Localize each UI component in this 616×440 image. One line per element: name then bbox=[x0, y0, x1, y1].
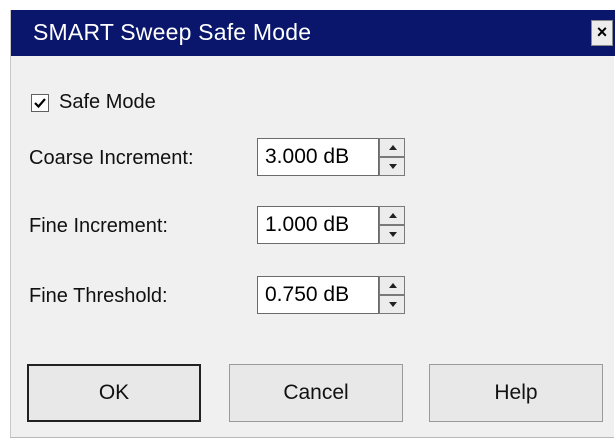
coarse-increment-down-button[interactable] bbox=[379, 157, 405, 176]
checkmark-icon bbox=[34, 98, 46, 109]
fine-threshold-spinner bbox=[379, 276, 405, 314]
dialog-window: SMART Sweep Safe Mode × Safe Mode Coarse… bbox=[10, 10, 615, 438]
close-icon: × bbox=[596, 22, 608, 42]
window-title: SMART Sweep Safe Mode bbox=[33, 19, 312, 45]
fine-increment-up-button[interactable] bbox=[379, 206, 405, 225]
coarse-increment-up-button[interactable] bbox=[379, 138, 405, 157]
coarse-increment-input[interactable]: 3.000 dB bbox=[257, 138, 379, 176]
fine-threshold-up-button[interactable] bbox=[379, 276, 405, 295]
safe-mode-checkbox[interactable] bbox=[31, 94, 49, 112]
fine-threshold-down-button[interactable] bbox=[379, 295, 405, 314]
fine-increment-input[interactable]: 1.000 dB bbox=[257, 206, 379, 244]
cancel-button[interactable]: Cancel bbox=[229, 364, 403, 422]
help-button[interactable]: Help bbox=[429, 364, 603, 422]
safe-mode-label[interactable]: Safe Mode bbox=[59, 91, 156, 114]
title-bar[interactable]: SMART Sweep Safe Mode × bbox=[11, 10, 615, 56]
fine-increment-label: Fine Increment: bbox=[29, 215, 168, 237]
fine-threshold-input[interactable]: 0.750 dB bbox=[257, 276, 379, 314]
fine-threshold-label: Fine Threshold: bbox=[29, 285, 168, 307]
fine-increment-down-button[interactable] bbox=[379, 225, 405, 244]
coarse-increment-label: Coarse Increment: bbox=[29, 147, 194, 169]
coarse-increment-spinner bbox=[379, 138, 405, 176]
ok-button[interactable]: OK bbox=[27, 364, 201, 422]
close-button[interactable]: × bbox=[591, 20, 613, 46]
fine-increment-spinner bbox=[379, 206, 405, 244]
